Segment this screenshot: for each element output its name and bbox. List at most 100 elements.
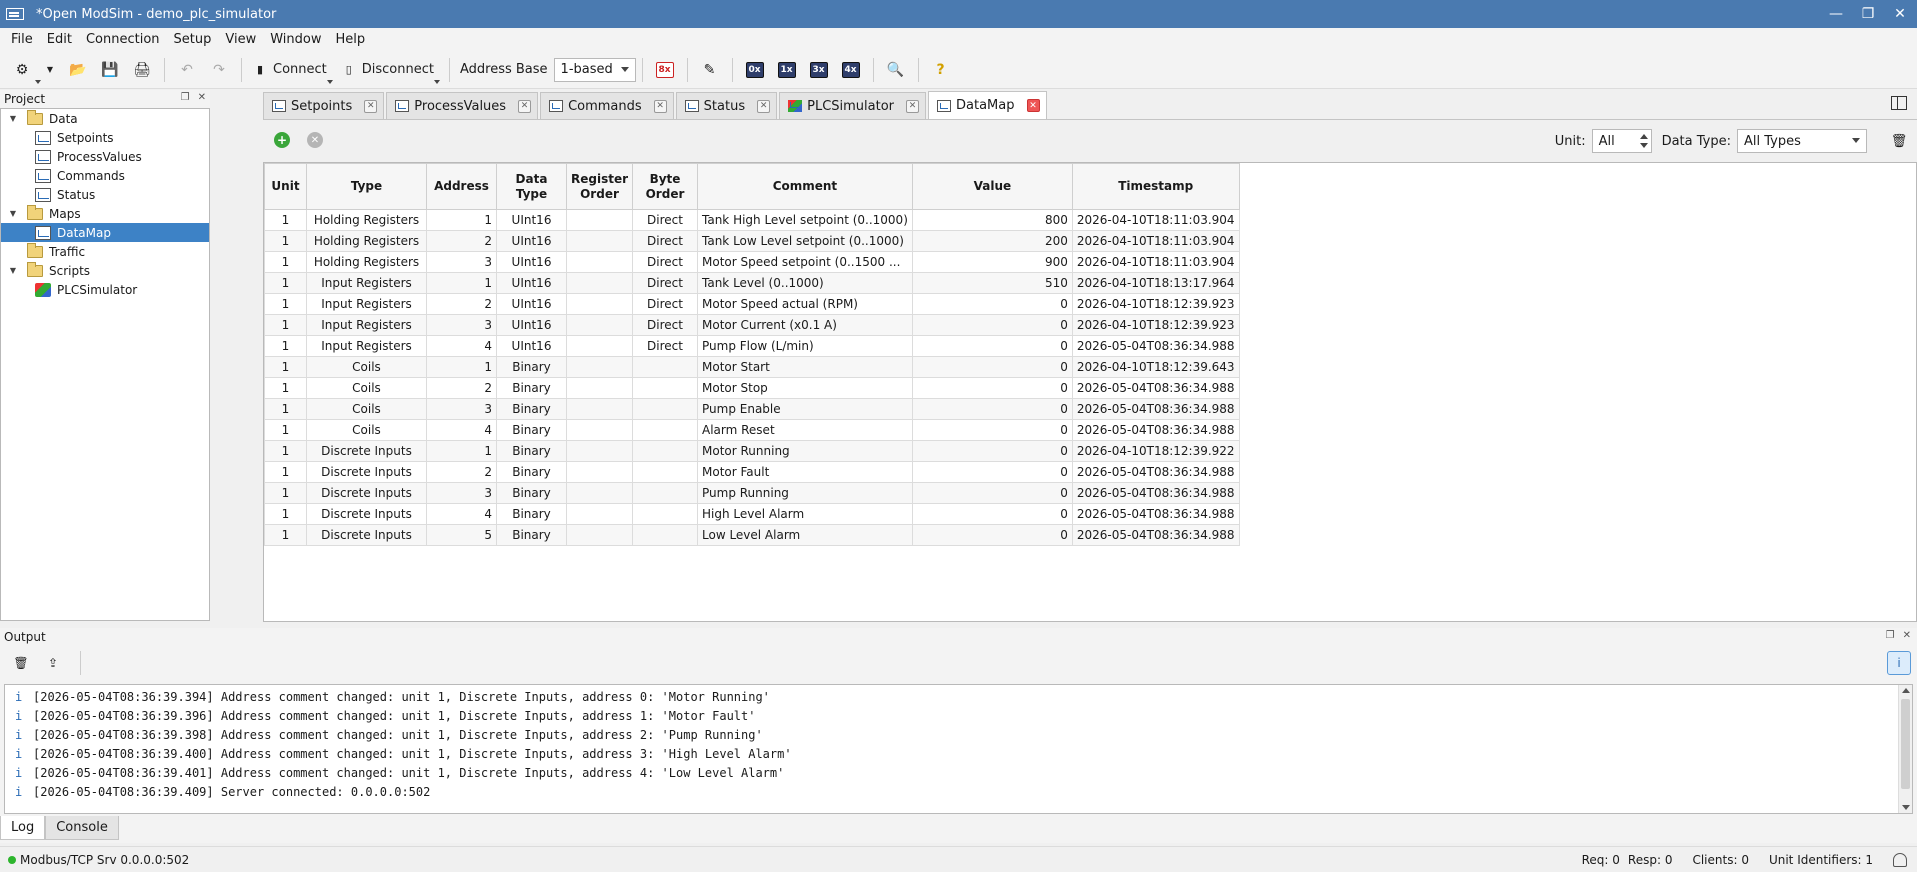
tab-status[interactable]: Status ✕ (675, 92, 778, 119)
table-cell[interactable]: Motor Running (697, 440, 913, 462)
table-cell[interactable]: UInt16 (496, 209, 567, 231)
tree-item-traffic[interactable]: Traffic (1, 242, 209, 261)
table-cell[interactable]: Direct (632, 251, 698, 273)
table-cell[interactable]: Pump Flow (L/min) (697, 335, 913, 357)
address-scan-button[interactable]: 🔍 (883, 56, 909, 84)
register-3x-button[interactable]: 3x (806, 56, 832, 84)
clear-all-icon[interactable]: 🗑 (1891, 132, 1908, 150)
table-cell[interactable]: 2026-05-04T08:36:34.988 (1071, 377, 1240, 399)
table-cell[interactable]: 2026-04-10T18:12:39.923 (1071, 314, 1240, 336)
table-cell[interactable]: Holding Registers (306, 230, 427, 252)
tree-item-status[interactable]: Status (1, 185, 209, 204)
table-cell[interactable]: Pump Enable (697, 398, 913, 420)
table-cell[interactable]: 0 (911, 461, 1073, 483)
table-cell[interactable] (566, 482, 633, 504)
table-cell[interactable]: 200 (911, 230, 1073, 252)
column-header[interactable]: Data Type (496, 163, 567, 210)
menu-setup[interactable]: Setup (167, 28, 219, 51)
table-cell[interactable]: 1 (264, 524, 307, 546)
table-cell[interactable] (566, 503, 633, 525)
table-cell[interactable] (566, 293, 633, 315)
redo-button[interactable]: ↷ (206, 56, 232, 84)
table-cell[interactable]: Coils (306, 419, 427, 441)
table-cell[interactable] (566, 419, 633, 441)
table-cell[interactable]: Binary (496, 461, 567, 483)
table-row[interactable]: 1 Coils 1 Binary Motor Start 0 2026-04-10T18:1… (264, 356, 1240, 378)
table-cell[interactable]: 4 (426, 503, 497, 525)
table-cell[interactable]: 0 (911, 293, 1073, 315)
table-cell[interactable] (632, 482, 698, 504)
table-row[interactable]: 1 Holding Registers 1 UInt16 Direct Tank High… (264, 209, 1240, 231)
table-cell[interactable]: Input Registers (306, 314, 427, 336)
table-row[interactable]: 1 Input Registers 4 UInt16 Direct Pump Flow (… (264, 335, 1240, 357)
address-base-select[interactable]: 1-based (553, 57, 636, 82)
table-cell[interactable]: 2026-05-04T08:36:34.988 (1071, 482, 1240, 504)
table-cell[interactable]: 900 (911, 251, 1073, 273)
table-cell[interactable] (632, 461, 698, 483)
table-cell[interactable]: Coils (306, 377, 427, 399)
expand-arrow-icon[interactable] (7, 246, 19, 258)
open-button[interactable]: 📂 (65, 56, 91, 84)
table-cell[interactable] (566, 272, 633, 294)
table-cell[interactable]: UInt16 (496, 335, 567, 357)
remove-row-icon[interactable]: ✕ (307, 132, 323, 148)
table-cell[interactable]: Discrete Inputs (306, 461, 427, 483)
table-cell[interactable]: UInt16 (496, 293, 567, 315)
table-cell[interactable] (566, 461, 633, 483)
tree-item-commands[interactable]: Commands (1, 166, 209, 185)
close-icon[interactable]: ✕ (1889, 4, 1911, 24)
print-button[interactable]: 🖨 (129, 56, 155, 84)
table-cell[interactable]: 3 (426, 482, 497, 504)
table-cell[interactable]: 0 (911, 314, 1073, 336)
script-button[interactable]: ✎ (697, 56, 723, 84)
table-cell[interactable]: UInt16 (496, 272, 567, 294)
export-log-icon[interactable]: ⇪ (42, 652, 64, 674)
table-cell[interactable]: Binary (496, 356, 567, 378)
table-cell[interactable]: 3 (426, 398, 497, 420)
table-cell[interactable] (566, 524, 633, 546)
table-cell[interactable]: Binary (496, 482, 567, 504)
table-cell[interactable]: 2026-04-10T18:11:03.904 (1071, 209, 1240, 231)
table-cell[interactable]: 2026-05-04T08:36:34.988 (1071, 524, 1240, 546)
table-cell[interactable]: 2 (426, 230, 497, 252)
table-cell[interactable]: 1 (264, 377, 307, 399)
menu-window[interactable]: Window (263, 28, 328, 51)
table-cell[interactable]: 1 (264, 272, 307, 294)
table-cell[interactable]: UInt16 (496, 314, 567, 336)
table-cell[interactable]: 0 (911, 398, 1073, 420)
close-panel-icon[interactable]: ✕ (1903, 630, 1911, 641)
close-panel-icon[interactable]: ✕ (198, 92, 206, 103)
table-cell[interactable]: 1 (264, 503, 307, 525)
unit-filter-spinbox[interactable]: All (1591, 129, 1652, 153)
table-cell[interactable]: 0 (911, 440, 1073, 462)
close-tab-icon[interactable]: ✕ (757, 99, 771, 113)
menu-connection[interactable]: Connection (79, 28, 167, 51)
table-cell[interactable]: 2026-04-10T18:11:03.904 (1071, 230, 1240, 252)
table-cell[interactable]: Motor Speed actual (RPM) (697, 293, 913, 315)
table-cell[interactable]: Coils (306, 356, 427, 378)
column-header[interactable]: Type (306, 163, 427, 210)
table-cell[interactable]: Motor Stop (697, 377, 913, 399)
close-tab-icon[interactable]: ✕ (653, 99, 667, 113)
tab-console[interactable]: Console (45, 816, 119, 840)
table-cell[interactable]: 2026-04-10T18:13:17.964 (1071, 272, 1240, 294)
table-cell[interactable]: Binary (496, 503, 567, 525)
table-cell[interactable]: 2026-04-10T18:12:39.922 (1071, 440, 1240, 462)
register-8x-button[interactable]: 8x (652, 56, 678, 84)
table-cell[interactable]: Discrete Inputs (306, 440, 427, 462)
table-cell[interactable]: Direct (632, 293, 698, 315)
table-cell[interactable]: Motor Current (x0.1 A) (697, 314, 913, 336)
tree-item-data[interactable]: ▼ Data (1, 109, 209, 128)
table-cell[interactable]: 1 (264, 482, 307, 504)
table-cell[interactable] (632, 440, 698, 462)
table-cell[interactable]: UInt16 (496, 230, 567, 252)
column-header[interactable]: Address (426, 163, 497, 210)
close-tab-icon[interactable]: ✕ (906, 99, 920, 113)
split-view-icon[interactable] (1891, 96, 1907, 110)
table-cell[interactable]: 1 (426, 356, 497, 378)
table-row[interactable]: 1 Coils 3 Binary Pump Enable 0 2026-05-04T08:3… (264, 398, 1240, 420)
tree-item-plcsimulator[interactable]: PLCSimulator (1, 280, 209, 299)
table-cell[interactable]: UInt16 (496, 251, 567, 273)
notification-bell-icon[interactable] (1893, 853, 1907, 867)
restore-icon[interactable]: ❐ (1857, 4, 1879, 24)
